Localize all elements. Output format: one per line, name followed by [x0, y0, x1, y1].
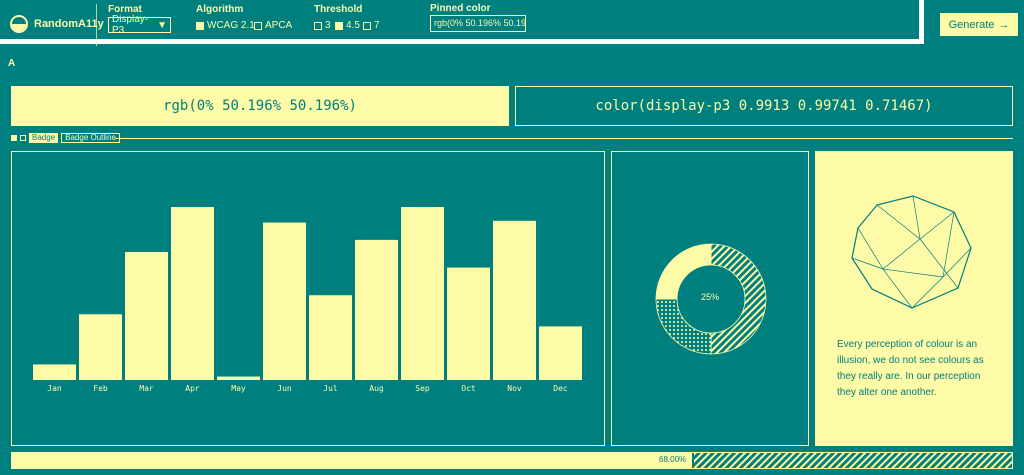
swatch-outline-icon — [20, 135, 26, 141]
x-tick-label: Jan — [47, 384, 62, 393]
chevron-down-icon: ▼ — [157, 19, 167, 31]
x-tick-label: Feb — [93, 384, 108, 393]
checkbox-apca[interactable] — [254, 21, 262, 30]
x-tick-label: Jun — [277, 384, 292, 393]
badge-outline: Badge Outline — [61, 133, 120, 143]
badge-row: Badge Badge Outline — [11, 133, 120, 143]
threshold-option-3[interactable]: 3 — [314, 20, 331, 31]
logo-icon — [10, 15, 28, 33]
toolbar-divider — [96, 4, 97, 46]
algorithm-option-apca[interactable]: APCA — [254, 20, 292, 31]
arrow-right-icon: → — [998, 18, 1010, 31]
bar-mar — [125, 251, 168, 380]
x-tick-label: Mar — [139, 384, 154, 393]
threshold-option-7[interactable]: 7 — [363, 20, 380, 31]
x-tick-label: Sep — [415, 384, 430, 393]
progress-remaining — [694, 453, 1012, 468]
top-toolbar: RandomA11y Format Display-P3 ▼ Algorithm… — [0, 0, 924, 46]
algorithm-label: Algorithm — [196, 4, 244, 15]
checkbox-wcag[interactable] — [196, 21, 204, 30]
bar-sep — [401, 207, 444, 380]
bar-jan — [33, 364, 76, 380]
app-logo[interactable]: RandomA11y — [10, 15, 104, 33]
x-tick-label: Jul — [323, 384, 338, 393]
pinned-color-label: Pinned color — [430, 3, 491, 14]
x-tick-label: Apr — [185, 384, 200, 393]
swatch-filled-icon — [11, 135, 17, 141]
x-tick-label: Dec — [553, 384, 568, 393]
polyhedron-icon — [851, 195, 972, 309]
x-tick-label: Aug — [369, 384, 384, 393]
pinned-color-input[interactable]: rgb(0% 50.196% 50.196%) — [430, 15, 526, 32]
bar-jun — [263, 222, 306, 380]
bar-may — [217, 376, 260, 380]
divider — [115, 138, 1013, 139]
threshold-option-label: 4.5 — [346, 20, 360, 31]
bar-dec — [539, 326, 582, 380]
donut-chart-panel: 25% — [611, 151, 809, 446]
rgb-color-value: rgb(0% 50.196% 50.196%) — [11, 86, 509, 126]
x-tick-label: May — [231, 384, 246, 393]
bar-oct — [447, 267, 490, 380]
threshold-label: Threshold — [314, 4, 363, 15]
bar-apr — [171, 207, 214, 380]
bar-jul — [309, 295, 352, 380]
progress-fill — [12, 453, 692, 468]
bar-feb — [79, 314, 122, 380]
algorithm-option-label: WCAG 2.1 — [207, 20, 255, 31]
algorithm-option-label: APCA — [265, 20, 293, 31]
quote-card: Every perception of colour is an illusio… — [815, 151, 1013, 446]
generate-button[interactable]: Generate → — [940, 13, 1018, 36]
bar-nov — [493, 220, 536, 380]
section-heading: A — [8, 58, 16, 69]
x-tick-label: Oct — [461, 384, 476, 393]
bar-chart: Jan Feb Mar Apr May Jun Jul Aug Sep Oct Nov Dec — [33, 207, 582, 393]
donut-segment-dotted — [655, 298, 712, 355]
donut-percentage-label: 25% — [700, 292, 719, 302]
progress-label: 68.00% — [659, 455, 687, 464]
checkbox-threshold-7[interactable] — [363, 21, 371, 30]
p3-color-value: color(display-p3 0.9913 0.99741 0.71467) — [515, 86, 1013, 126]
bar-chart-panel: Jan Feb Mar Apr May Jun Jul Aug Sep Oct Nov Dec — [11, 151, 605, 446]
bar-aug — [355, 239, 398, 380]
format-selected-value: Display-P3 — [112, 14, 149, 36]
quote-text: Every perception of colour is an illusio… — [837, 339, 984, 398]
checkbox-threshold-4-5[interactable] — [335, 21, 343, 30]
algorithm-option-wcag[interactable]: WCAG 2.1 — [196, 20, 255, 31]
threshold-option-label: 3 — [325, 20, 331, 31]
generate-button-label: Generate — [948, 18, 995, 31]
threshold-option-label: 7 — [374, 20, 380, 31]
donut-segment-value — [655, 243, 712, 300]
progress-bar: 68.00% — [11, 452, 1013, 469]
threshold-option-4-5[interactable]: 4.5 — [335, 20, 360, 31]
format-select[interactable]: Display-P3 ▼ — [108, 14, 171, 36]
app-name: RandomA11y — [34, 18, 104, 30]
checkbox-threshold-3[interactable] — [314, 21, 322, 30]
badge: Badge — [29, 133, 59, 143]
x-tick-label: Nov — [507, 384, 522, 393]
